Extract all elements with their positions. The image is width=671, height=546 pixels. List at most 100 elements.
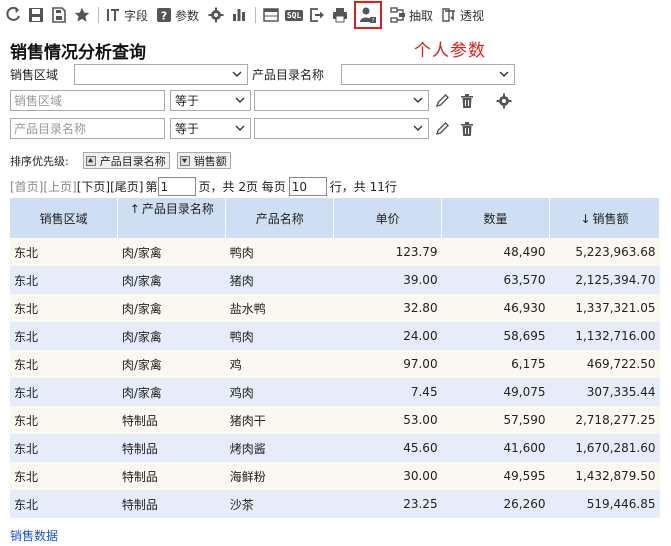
pager-page-summary: 页，共 2页 每页 bbox=[198, 180, 286, 194]
cell-price: 39.00 bbox=[333, 266, 442, 294]
condition-operator-select[interactable]: 等于 bbox=[170, 90, 251, 111]
sort-desc-icon bbox=[179, 155, 190, 166]
condition-field-input[interactable]: 销售区域 bbox=[10, 90, 165, 111]
region-select[interactable] bbox=[74, 64, 248, 85]
cell-sales: 5,223,963.68 bbox=[549, 238, 660, 266]
sql-icon[interactable]: SQL bbox=[284, 6, 304, 24]
export-icon[interactable] bbox=[308, 6, 326, 24]
column-header-label: 单价 bbox=[375, 211, 400, 226]
cell-product: 猪肉干 bbox=[225, 406, 334, 434]
table-row: 东北 特制品 猪肉干 53.00 57,590 2,718,277.25 bbox=[10, 406, 660, 434]
delete-icon[interactable] bbox=[458, 120, 476, 138]
pager-size-input[interactable]: 10 bbox=[288, 177, 327, 196]
personal-params-annotation: 个人参数 bbox=[414, 41, 486, 61]
chart-icon[interactable] bbox=[230, 6, 248, 24]
cell-sales: 1,670,281.60 bbox=[549, 434, 660, 462]
condition-value-select[interactable] bbox=[254, 118, 429, 139]
cell-quantity: 58,695 bbox=[441, 322, 550, 350]
pivot-icon bbox=[442, 8, 456, 22]
cell-product: 猪肉 bbox=[225, 266, 334, 294]
column-header-product[interactable]: 产品名称 bbox=[225, 198, 335, 238]
pivot-button[interactable]: 透视 bbox=[441, 4, 484, 26]
cell-product: 盐水鸭 bbox=[225, 294, 334, 322]
print-icon[interactable] bbox=[331, 6, 349, 24]
cell-region: 东北 bbox=[10, 266, 118, 294]
condition-field-input[interactable]: 产品目录名称 bbox=[10, 118, 165, 139]
save-icon[interactable] bbox=[27, 6, 45, 24]
cell-price: 45.60 bbox=[333, 434, 442, 462]
chevron-down-icon bbox=[499, 71, 509, 77]
cell-price: 30.00 bbox=[333, 462, 442, 490]
pager-rows-summary: 行，共 11行 bbox=[329, 180, 397, 194]
pager-page-input[interactable]: 1 bbox=[157, 177, 196, 196]
params-button[interactable]: ? 参数 bbox=[156, 4, 199, 26]
personal-params-button[interactable]: ? bbox=[354, 1, 383, 29]
extract-button[interactable]: 抽取 bbox=[390, 4, 433, 26]
pager-prev-link[interactable]: [上页] bbox=[43, 178, 76, 195]
table-icon[interactable] bbox=[262, 6, 280, 24]
table-row: 东北 肉/家禽 猪肉 39.00 63,570 2,125,394.70 bbox=[10, 266, 660, 294]
cell-region: 东北 bbox=[10, 378, 118, 406]
catalog-select[interactable] bbox=[341, 64, 515, 85]
chevron-down-icon bbox=[413, 97, 423, 103]
cell-product: 沙茶 bbox=[225, 490, 334, 518]
page-title: 销售情况分析查询 bbox=[10, 43, 146, 63]
cell-catalog: 肉/家禽 bbox=[117, 266, 226, 294]
column-header-quantity[interactable]: 数量 bbox=[441, 198, 550, 238]
pager-first-link[interactable]: [首页] bbox=[10, 178, 43, 195]
table-header-row: 销售区域 ↑ 产品目录名称 产品名称 单价 数量 ↓ 销售额 bbox=[10, 198, 661, 238]
extract-icon bbox=[390, 7, 406, 23]
sort-priority-label: 排序优先级: bbox=[10, 154, 69, 168]
cell-region: 东北 bbox=[10, 238, 118, 266]
pager-next-link[interactable]: [下页] bbox=[77, 178, 110, 195]
table-row: 东北 肉/家禽 鸭肉 24.00 58,695 1,132,716.00 bbox=[10, 322, 660, 350]
svg-text:?: ? bbox=[161, 10, 167, 23]
column-header-label: 数量 bbox=[483, 211, 508, 226]
pager-last-link[interactable]: [尾页] bbox=[110, 178, 143, 195]
cell-catalog: 特制品 bbox=[117, 490, 226, 518]
cell-sales: 1,132,716.00 bbox=[549, 322, 660, 350]
pager-page-prefix: 第 bbox=[145, 180, 158, 194]
cell-region: 东北 bbox=[10, 350, 118, 378]
sales-data-link[interactable]: 销售数据 bbox=[10, 527, 58, 544]
sales-table: 销售区域 ↑ 产品目录名称 产品名称 单价 数量 ↓ 销售额 东北 肉/家禽 鸭肉 … bbox=[10, 198, 661, 518]
column-header-price[interactable]: 单价 bbox=[333, 198, 443, 238]
delete-icon[interactable] bbox=[458, 92, 476, 110]
cell-catalog: 肉/家禽 bbox=[117, 294, 226, 322]
refresh-icon[interactable] bbox=[4, 6, 22, 24]
fields-button[interactable]: 字段 bbox=[105, 4, 148, 26]
cell-product: 鸡 bbox=[225, 350, 334, 378]
column-header-label: 销售区域 bbox=[39, 211, 88, 226]
cell-catalog: 特制品 bbox=[117, 406, 226, 434]
toolbar: 字段 ? 参数 SQL ? 抽取 透视 bbox=[0, 0, 671, 30]
edit-icon[interactable] bbox=[433, 92, 451, 110]
cell-product: 烤肉酱 bbox=[225, 434, 334, 462]
condition-value-select[interactable] bbox=[254, 90, 429, 111]
condition-operator-select[interactable]: 等于 bbox=[170, 118, 251, 139]
cell-catalog: 肉/家禽 bbox=[117, 322, 226, 350]
cell-catalog: 肉/家禽 bbox=[117, 378, 226, 406]
table-row: 东北 肉/家禽 鸭肉 123.79 48,490 5,223,963.68 bbox=[10, 238, 660, 266]
column-header-sales[interactable]: ↓ 销售额 bbox=[549, 198, 661, 238]
condition-settings-icon[interactable] bbox=[495, 92, 513, 110]
sort-chip-label: 销售额 bbox=[193, 154, 227, 168]
cell-quantity: 63,570 bbox=[441, 266, 550, 294]
cell-price: 32.80 bbox=[333, 294, 442, 322]
cell-price: 53.00 bbox=[333, 406, 442, 434]
sql-label: SQL bbox=[284, 9, 304, 21]
save-as-icon[interactable] bbox=[50, 6, 68, 24]
edit-icon[interactable] bbox=[433, 120, 451, 138]
column-header-region[interactable]: 销售区域 bbox=[10, 198, 119, 238]
cell-price: 24.00 bbox=[333, 322, 442, 350]
table-row: 东北 肉/家禽 鸡 97.00 6,175 469,722.50 bbox=[10, 350, 660, 378]
column-header-catalog[interactable]: ↑ 产品目录名称 bbox=[117, 198, 227, 238]
sort-chip-sales[interactable]: 销售额 bbox=[176, 152, 231, 169]
favorite-icon[interactable] bbox=[73, 6, 91, 24]
settings-icon[interactable] bbox=[207, 6, 225, 24]
sort-chip-catalog[interactable]: 产品目录名称 bbox=[82, 152, 170, 169]
toolbar-separator bbox=[98, 7, 99, 23]
cell-catalog: 肉/家禽 bbox=[117, 350, 226, 378]
cell-region: 东北 bbox=[10, 406, 118, 434]
chevron-down-icon bbox=[413, 125, 423, 131]
chevron-down-icon bbox=[232, 71, 242, 77]
